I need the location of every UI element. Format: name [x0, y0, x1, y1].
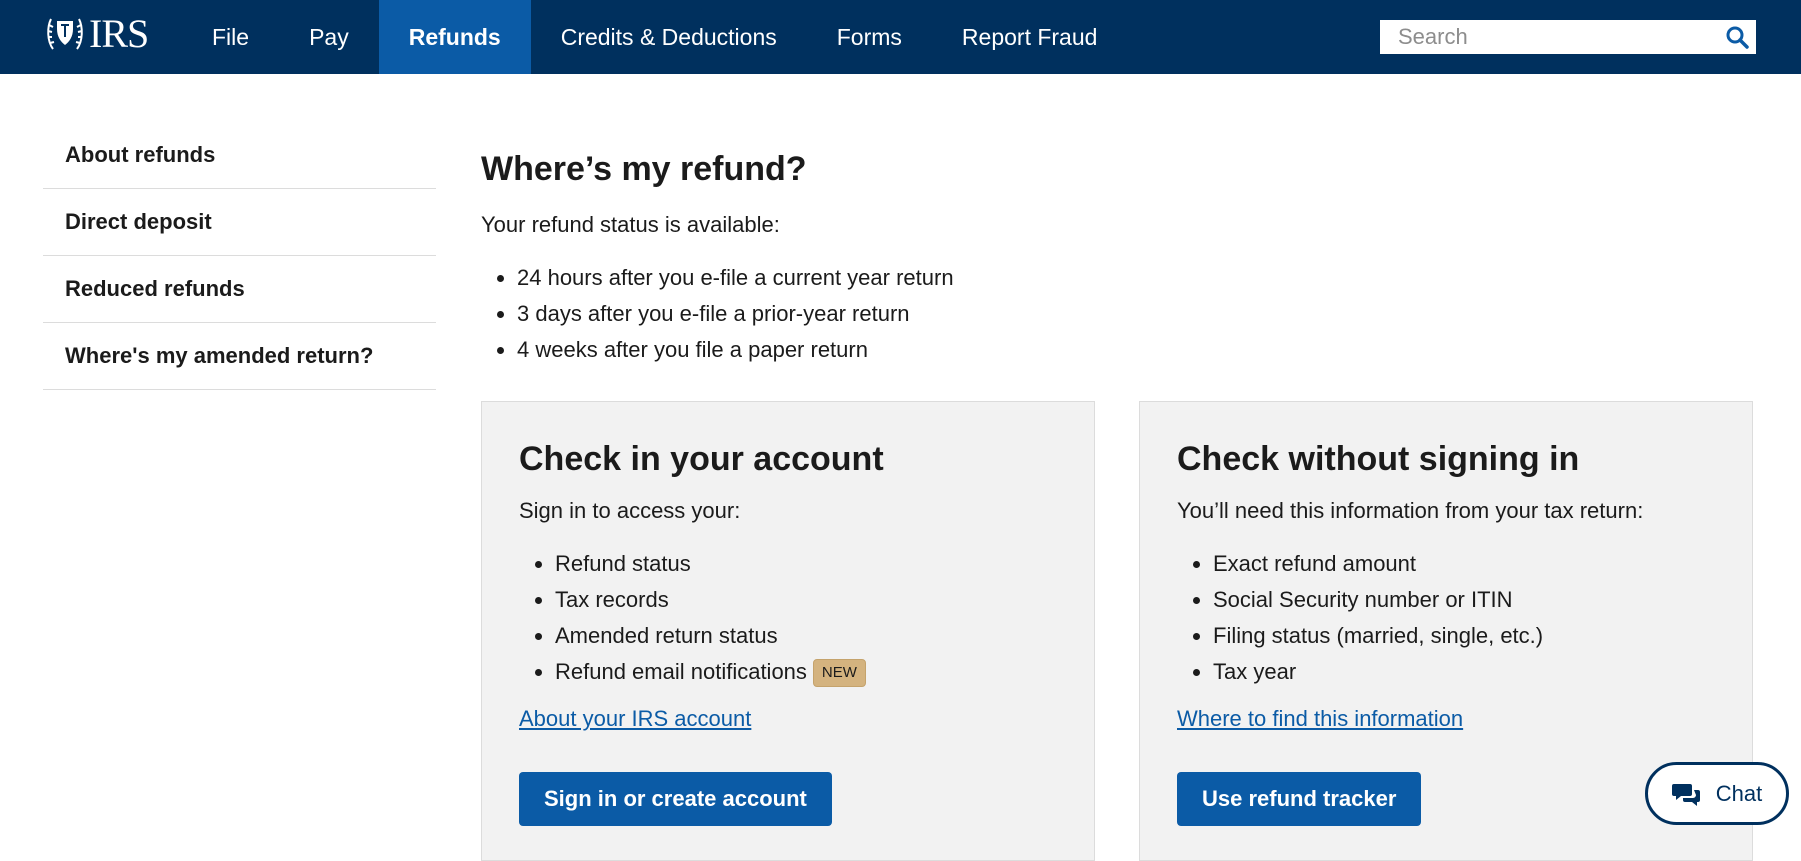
main-content: Where’s my refund? Your refund status is… [481, 140, 1753, 368]
required-info-list: Exact refund amount Social Security numb… [1177, 546, 1716, 690]
list-item: Social Security number or ITIN [1213, 582, 1716, 618]
sidebar-item-amended-return[interactable]: Where's my amended return? [43, 323, 436, 390]
list-item: Amended return status [555, 618, 1058, 654]
refund-tracker-button[interactable]: Use refund tracker [1177, 772, 1422, 826]
account-card: Check in your account Sign in to access … [481, 401, 1095, 861]
chat-label: Chat [1715, 780, 1763, 806]
search-box [1380, 20, 1756, 54]
list-item: Tax records [555, 582, 1058, 618]
site-header: IRS File Pay Refunds Credits & Deduction… [0, 0, 1801, 74]
account-card-title: Check in your account [519, 440, 884, 478]
nav-pay[interactable]: Pay [279, 0, 379, 74]
list-item: Refund status [555, 546, 1058, 582]
irs-logo[interactable]: IRS [45, 11, 149, 56]
sign-in-button[interactable]: Sign in or create account [519, 772, 832, 826]
list-item: 3 days after you e-file a prior-year ret… [517, 296, 1753, 332]
logo-text: IRS [89, 11, 149, 56]
search-input[interactable] [1382, 22, 1720, 52]
eagle-seal-icon [47, 18, 83, 50]
list-item: Exact refund amount [1213, 546, 1716, 582]
search-button[interactable] [1720, 22, 1754, 52]
nav-report-fraud[interactable]: Report Fraud [932, 0, 1128, 74]
nav-file[interactable]: File [182, 0, 279, 74]
find-information-link[interactable]: Where to find this information [1177, 706, 1716, 736]
about-irs-account-link[interactable]: About your IRS account [519, 706, 1058, 736]
nav-credits-deductions[interactable]: Credits & Deductions [531, 0, 807, 74]
list-item-text: Refund email notifications [555, 659, 807, 684]
refund-options: Check in your account Sign in to access … [481, 401, 1753, 861]
list-item: Refund email notificationsNEW [555, 654, 1058, 690]
sidebar-item-about-refunds[interactable]: About refunds [43, 122, 436, 189]
search-icon [1726, 26, 1749, 49]
list-item: 4 weeks after you file a paper return [517, 332, 1753, 368]
account-card-lead: Sign in to access your: [519, 498, 741, 523]
sidebar-nav: About refunds Direct deposit Reduced ref… [43, 122, 436, 390]
sidebar-item-direct-deposit[interactable]: Direct deposit [43, 189, 436, 256]
guest-card-lead: You’ll need this information from your t… [1177, 498, 1644, 523]
header-divider [0, 74, 1801, 80]
list-item: Filing status (married, single, etc.) [1213, 618, 1716, 654]
page-title: Where’s my refund? [481, 150, 807, 188]
new-badge: NEW [812, 659, 866, 688]
availability-list: 24 hours after you e-file a current year… [481, 260, 1753, 368]
chat-button[interactable]: Chat [1645, 762, 1789, 825]
nav-refunds[interactable]: Refunds [378, 0, 531, 74]
account-features-list: Refund status Tax records Amended return… [519, 546, 1058, 690]
sidebar-item-reduced-refunds[interactable]: Reduced refunds [43, 256, 436, 323]
chat-bubbles-icon [1671, 783, 1700, 806]
intro-text: Your refund status is available: [481, 212, 780, 237]
guest-card-title: Check without signing in [1177, 440, 1580, 478]
main-nav: File Pay Refunds Credits & Deductions Fo… [182, 0, 1127, 74]
list-item: 24 hours after you e-file a current year… [517, 260, 1753, 296]
list-item: Tax year [1213, 654, 1716, 690]
nav-forms[interactable]: Forms [807, 0, 932, 74]
